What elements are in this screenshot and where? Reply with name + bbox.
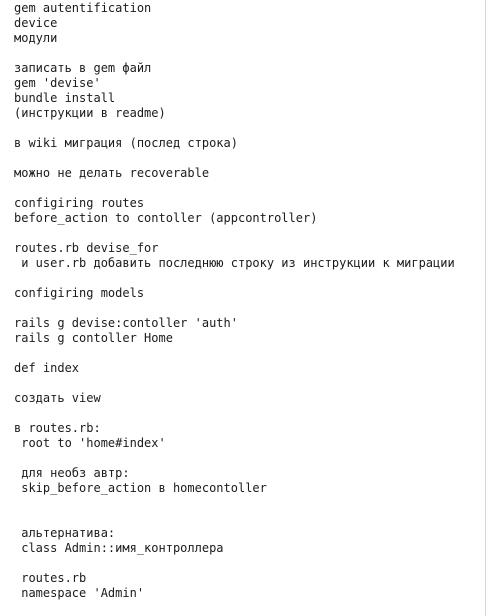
text-line: записать в gem файл [14, 61, 152, 75]
text-line [14, 556, 455, 571]
text-line: и user.rb добавить последнюю строку из и… [14, 256, 455, 270]
text-line: альтернатива: [14, 526, 116, 540]
text-line [14, 226, 455, 241]
text-line: можно не делать recoverable [14, 166, 210, 180]
text-line: routes.rb devise_for [14, 241, 159, 255]
text-line [14, 151, 455, 166]
text-line: class Admin::имя_контроллера [14, 541, 224, 555]
text-line: routes.rb [14, 571, 87, 585]
text-line: before_action to contoller (appcontrolle… [14, 211, 318, 225]
text-line [14, 496, 455, 511]
text-line: def index [14, 361, 80, 375]
text-line: в wiki миграция (послед строка) [14, 136, 238, 150]
text-line [14, 301, 455, 316]
text-line: bundle install [14, 91, 116, 105]
text-line: rails g devise:contoller 'auth' [14, 316, 238, 330]
text-line: в routes.rb: [14, 421, 101, 435]
text-line: device [14, 16, 58, 30]
text-content: gem autentification device модули записа… [14, 1, 455, 601]
text-line [14, 346, 455, 361]
text-line: namespace 'Admin' [14, 586, 145, 600]
text-line: configiring routes [14, 196, 145, 210]
text-line: configiring models [14, 286, 145, 300]
text-line [14, 511, 455, 526]
text-line [14, 376, 455, 391]
text-line: создать view [14, 391, 101, 405]
text-line: skip_before_action в homecontoller [14, 481, 267, 495]
text-line: rails g contoller Home [14, 331, 173, 345]
text-line: root to 'home#index' [14, 436, 166, 450]
text-line [14, 451, 455, 466]
text-line [14, 406, 455, 421]
text-line [14, 181, 455, 196]
text-line [14, 46, 455, 61]
text-line [14, 121, 455, 136]
text-line: для необз автр: [14, 466, 130, 480]
text-line [14, 271, 455, 286]
text-line: модули [14, 31, 58, 45]
text-line: gem autentification [14, 1, 152, 15]
text-editor-area[interactable]: gem autentification device модули записа… [0, 0, 486, 616]
text-line: gem 'devise' [14, 76, 101, 90]
text-line: (инструкции в readme) [14, 106, 166, 120]
